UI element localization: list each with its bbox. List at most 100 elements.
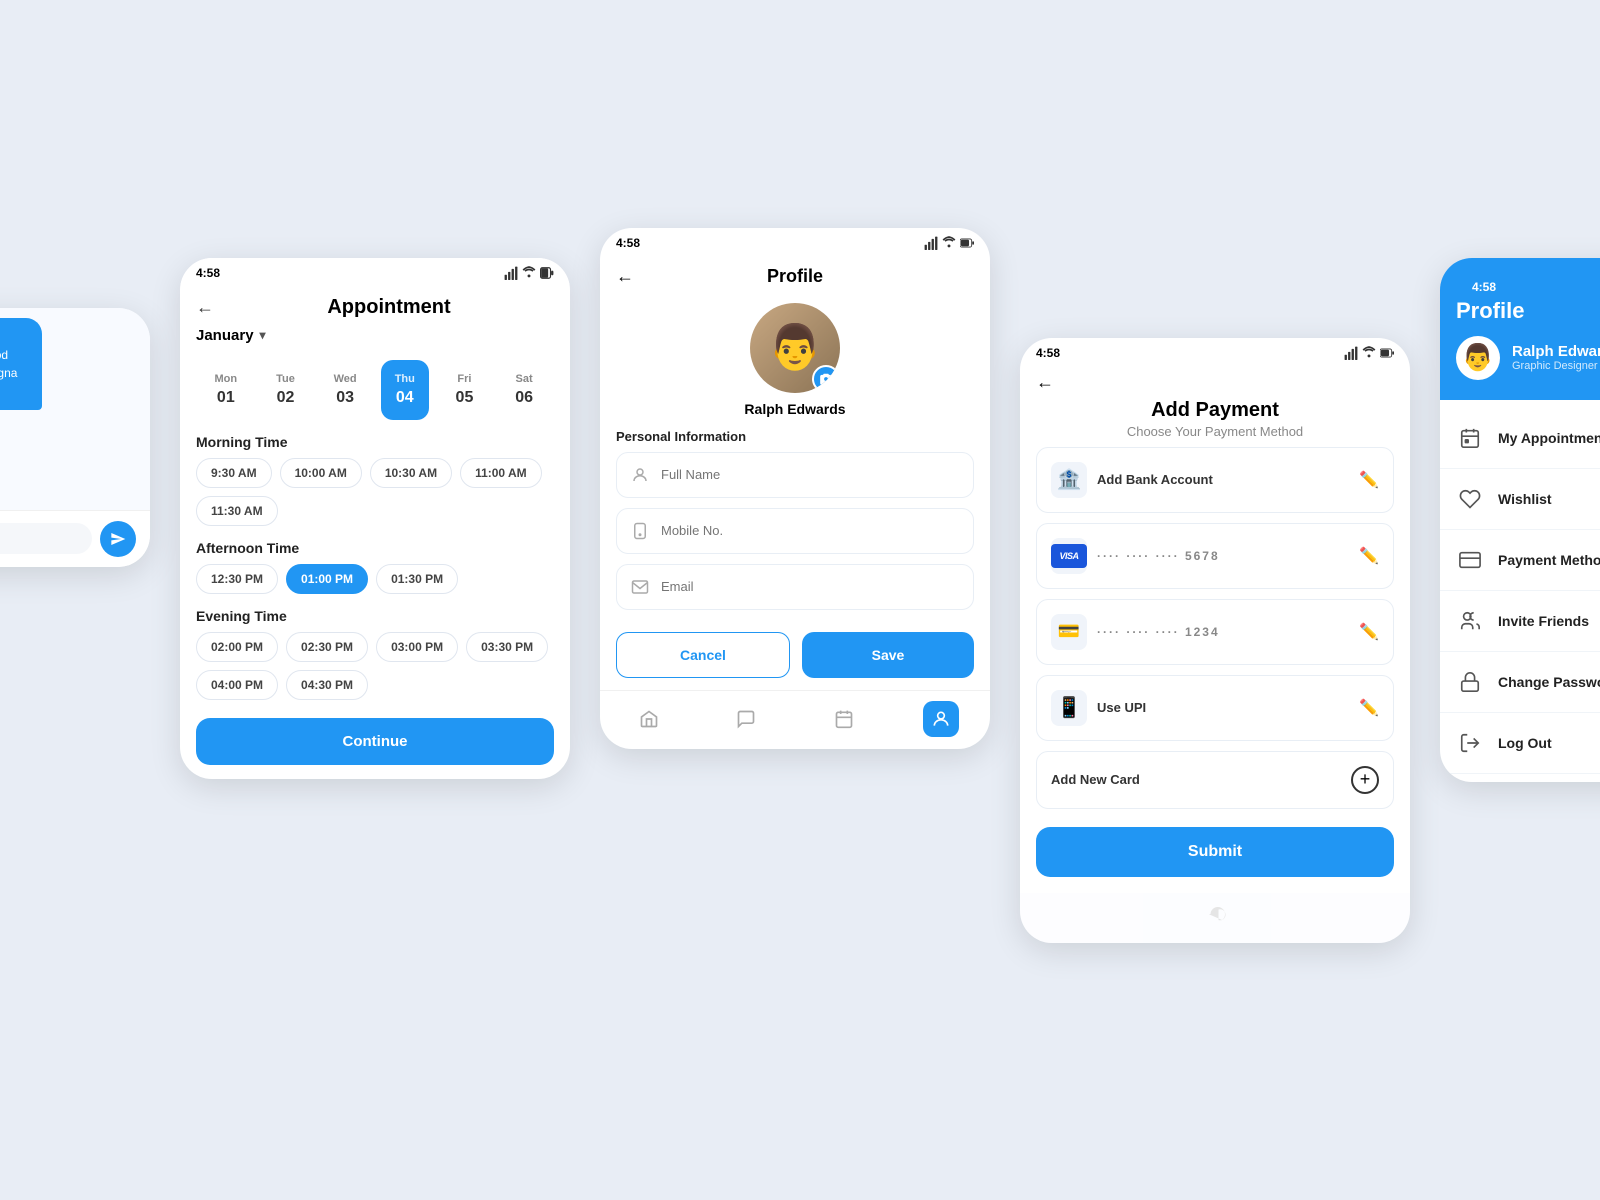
nav-calendar[interactable] <box>826 701 862 737</box>
slot-0130[interactable]: 01:30 PM <box>376 564 458 594</box>
slot-1030[interactable]: 10:30 AM <box>370 458 452 488</box>
month-selector[interactable]: January ▾ <box>180 319 570 352</box>
slot-0230[interactable]: 02:30 PM <box>286 632 368 662</box>
payment-option-upi[interactable]: 📱 Use UPI ✏️ <box>1036 675 1394 741</box>
add-card-icon[interactable]: + <box>1351 766 1379 794</box>
slot-1130[interactable]: 11:30 AM <box>196 496 278 526</box>
email-input[interactable] <box>661 579 959 594</box>
user-details: Ralph Edwards Graphic Designer <box>1512 343 1600 372</box>
email-field[interactable] <box>616 564 974 610</box>
day-cell-sat[interactable]: Sat 06 <box>500 360 548 420</box>
email-icon <box>631 578 649 596</box>
payment-title: Add Payment <box>1020 393 1410 424</box>
send-button[interactable] <box>100 521 136 557</box>
status-bar-payment: 4:58 <box>1020 338 1410 364</box>
profile-edit-header: ← Profile <box>600 254 990 287</box>
phone-icon <box>631 522 649 540</box>
payment-screen: 4:58 ← Add Payment Choose Your Payment M… <box>1020 338 1410 943</box>
mobile-field[interactable] <box>616 508 974 554</box>
slot-0430[interactable]: 04:30 PM <box>286 670 368 700</box>
logout-icon <box>1456 729 1484 757</box>
message-input[interactable] <box>0 523 92 554</box>
message-time: 10:34 <box>0 414 42 425</box>
full-name-field[interactable] <box>616 452 974 498</box>
personal-info-label: Personal Information <box>600 425 990 452</box>
upi-edit-icon[interactable]: ✏️ <box>1359 698 1379 718</box>
evening-slots: 02:00 PM 02:30 PM 03:00 PM 03:30 PM 04:0… <box>196 632 554 700</box>
user-icon <box>631 466 649 484</box>
slot-0200[interactable]: 02:00 PM <box>196 632 278 662</box>
back-button-appt[interactable]: ← <box>196 297 214 318</box>
appointments-label: My Appointments <box>1498 430 1600 446</box>
nav-profile[interactable] <box>923 701 959 737</box>
profile-edit-screen: 4:58 ← Profile 👨 Ralph Edwards Personal … <box>600 228 990 749</box>
menu-item-wishlist[interactable]: Wishlist › <box>1440 469 1600 530</box>
cancel-button[interactable]: Cancel <box>616 632 790 678</box>
menu-item-logout[interactable]: Log Out › <box>1440 713 1600 774</box>
back-button-profile[interactable]: ← <box>616 266 634 287</box>
mc-edit-icon[interactable]: ✏️ <box>1359 622 1379 642</box>
status-bar-menu: 4:58 <box>1456 272 1600 298</box>
day-cell-mon[interactable]: Mon 01 <box>202 360 250 420</box>
appointment-header: ← Appointment <box>180 284 570 319</box>
month-label: January <box>196 327 254 344</box>
upi-option-left: 📱 Use UPI <box>1051 690 1146 726</box>
slot-0330[interactable]: 03:30 PM <box>466 632 548 662</box>
afternoon-label: Afternoon Time <box>196 540 554 556</box>
bottom-nav-profile <box>600 690 990 749</box>
nav-home[interactable] <box>631 701 667 737</box>
bank-edit-icon[interactable]: ✏️ <box>1359 470 1379 490</box>
evening-label: Evening Time <box>196 608 554 624</box>
visa-option-left: VISA ···· ···· ···· 5678 <box>1051 538 1220 574</box>
submit-section: Submit <box>1020 819 1410 893</box>
payment-option-visa5678[interactable]: VISA ···· ···· ···· 5678 ✏️ <box>1036 523 1394 589</box>
slot-1230[interactable]: 12:30 PM <box>196 564 278 594</box>
menu-list: My Appointments › Wishlist › Payment Met… <box>1440 400 1600 782</box>
payment-option-bank[interactable]: 🏦 Add Bank Account ✏️ <box>1036 447 1394 513</box>
status-icons-profile <box>924 236 974 250</box>
menu-item-password[interactable]: Change Password › <box>1440 652 1600 713</box>
continue-button[interactable]: Continue <box>196 718 554 765</box>
back-button-payment[interactable]: ← <box>1036 372 1054 393</box>
wishlist-icon <box>1456 485 1484 513</box>
menu-item-payment[interactable]: Payment Method › <box>1440 530 1600 591</box>
day-cell-thu-active[interactable]: Thu 04 <box>381 360 429 420</box>
menu-user-name: Ralph Edwards <box>1512 343 1600 360</box>
status-bar-profile: 4:58 <box>600 228 990 254</box>
menu-item-invite[interactable]: Invite Friends › <box>1440 591 1600 652</box>
morning-section: Morning Time 9:30 AM 10:00 AM 10:30 AM 1… <box>180 424 570 530</box>
full-name-input[interactable] <box>661 467 959 482</box>
payment-option-mc1234[interactable]: 💳 ···· ···· ···· 1234 ✏️ <box>1036 599 1394 665</box>
profile-label: Profile <box>1456 298 1524 324</box>
status-time-profile: 4:58 <box>616 236 640 250</box>
save-button[interactable]: Save <box>802 632 974 678</box>
slot-0100-active[interactable]: 01:00 PM <box>286 564 368 594</box>
payment-subtitle: Choose Your Payment Method <box>1020 424 1410 447</box>
add-card-option[interactable]: Add New Card + <box>1036 751 1394 809</box>
submit-button[interactable]: Submit <box>1036 827 1394 877</box>
profile-menu-screen: 4:58 Profile 🔔 👨 Ralph Edwards Graphic D… <box>1440 258 1600 782</box>
menu-item-appointments[interactable]: My Appointments › <box>1440 408 1600 469</box>
slot-1000[interactable]: 10:00 AM <box>280 458 362 488</box>
appointment-screen: 4:58 ← Appointment January ▾ Mon 01 Tue … <box>180 258 570 779</box>
status-time-menu: 4:58 <box>1472 280 1496 294</box>
slot-0300[interactable]: 03:00 PM <box>376 632 458 662</box>
chat-screen: Lorem ipsum dolor sit amet, consectetur … <box>0 308 150 567</box>
avatar-wrapper: 👨 Ralph Edwards <box>600 287 990 425</box>
visa-edit-icon[interactable]: ✏️ <box>1359 546 1379 566</box>
nav-chat[interactable] <box>728 701 764 737</box>
slot-930[interactable]: 9:30 AM <box>196 458 272 488</box>
payment-method-icon <box>1456 546 1484 574</box>
status-time-payment: 4:58 <box>1036 346 1060 360</box>
day-cell-fri[interactable]: Fri 05 <box>440 360 488 420</box>
day-cell-wed[interactable]: Wed 03 <box>321 360 369 420</box>
visa-card-icon: VISA <box>1051 538 1087 574</box>
mobile-input[interactable] <box>661 523 959 538</box>
day-cell-tue[interactable]: Tue 02 <box>261 360 309 420</box>
slot-1100[interactable]: 11:00 AM <box>460 458 542 488</box>
mc-card-number: ···· ···· ···· 1234 <box>1097 625 1220 639</box>
form-actions: Cancel Save <box>600 620 990 690</box>
profile-edit-title: Profile <box>767 266 823 287</box>
slot-0400[interactable]: 04:00 PM <box>196 670 278 700</box>
change-photo-button[interactable] <box>812 365 840 393</box>
